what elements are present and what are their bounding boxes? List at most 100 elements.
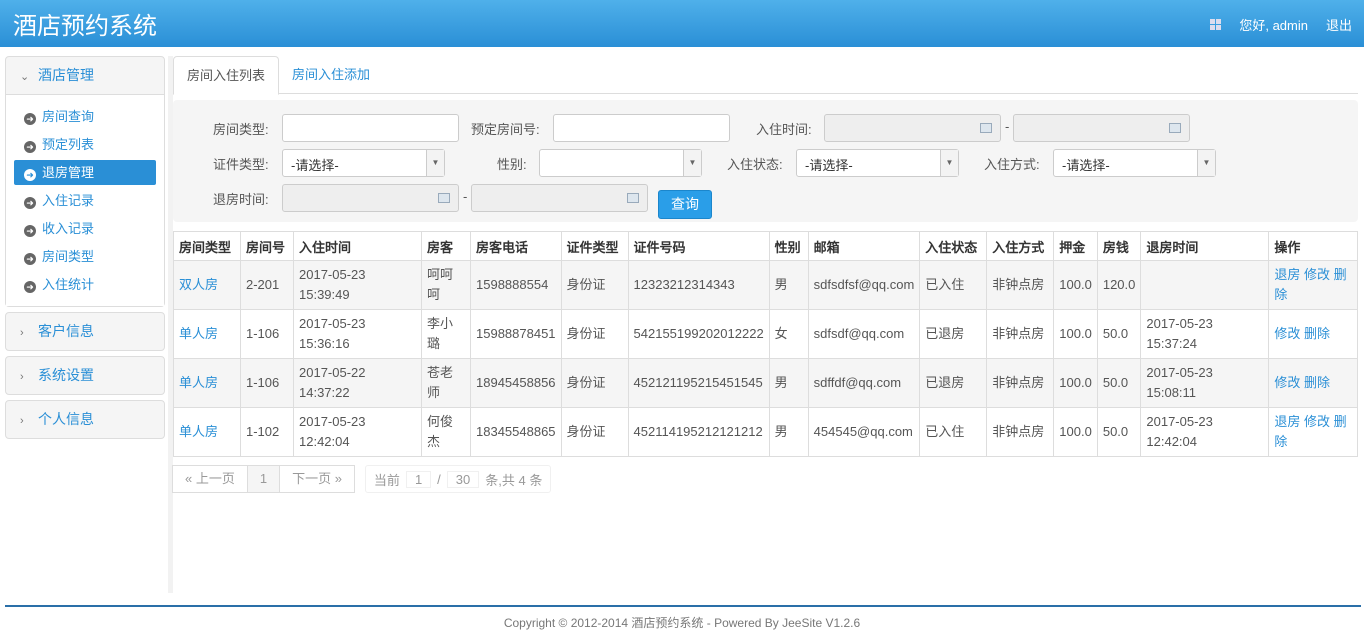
action-link[interactable]: 退房: [1274, 267, 1300, 282]
cell-text: 男: [774, 375, 788, 390]
app-header: 酒店预约系统 您好, admin 退出: [0, 0, 1364, 47]
sidebar-item-label: 退房管理: [42, 165, 95, 180]
checkout-time-end-input[interactable]: [471, 184, 648, 212]
cell-text: 身份证: [566, 424, 606, 439]
prev-page-button[interactable]: « 上一页: [172, 465, 248, 493]
sidebar-item[interactable]: ➜ 入住统计: [14, 272, 156, 297]
room-type-link[interactable]: 双人房: [179, 277, 218, 292]
table-cell: 452114195212121212: [627, 407, 770, 457]
range-dash: -: [1005, 119, 1010, 134]
cell-text: 呵呵呵: [427, 267, 454, 302]
sidebar-item[interactable]: ➜ 房间查询: [14, 104, 156, 129]
checkin-time-start-input[interactable]: [824, 114, 1001, 142]
room-type-link[interactable]: 单人房: [179, 326, 218, 341]
calendar-icon: [980, 123, 992, 133]
column-header: 邮箱: [807, 231, 921, 261]
chevron-down-icon: ⌄: [20, 71, 30, 83]
next-page-button[interactable]: 下一页 »: [279, 465, 355, 493]
cell-text: 已入住: [925, 277, 965, 292]
actions-cell: 修改 删除: [1268, 309, 1358, 359]
cell-text: 100.0: [1059, 277, 1092, 292]
grid-menu-icon[interactable]: [1210, 19, 1222, 30]
checkin-status-select[interactable]: -请选择- ▼: [796, 149, 959, 177]
table-cell: 12323212314343: [627, 260, 770, 310]
cell-text: 已退房: [925, 326, 965, 341]
table-row: 单人房 1-102 2017-05-23 12:42:04 何俊杰 1834554886…: [173, 407, 1358, 457]
checkout-time-start-input[interactable]: [282, 184, 459, 212]
cell-text: 1-106: [246, 375, 280, 390]
room-type-input[interactable]: [282, 114, 459, 142]
chevron-down-icon: ▼: [1197, 150, 1215, 176]
table-cell: 2017-05-23 12:42:04: [1140, 407, 1270, 457]
table-cell: 50.0: [1096, 309, 1142, 359]
arrow-circle-right-icon: ➜: [24, 253, 36, 265]
table-cell: 何俊杰: [421, 407, 471, 457]
sidebar-item[interactable]: ➜ 退房管理: [14, 160, 156, 185]
cell-text: 非钟点房: [992, 424, 1045, 439]
table-cell: 100.0: [1053, 407, 1098, 457]
cell-text: 男: [774, 424, 788, 439]
cell-text: 454545@qq.com: [813, 424, 913, 439]
sidebar-item[interactable]: ➜ 收入记录: [14, 216, 156, 241]
reserved-room-input[interactable]: [553, 114, 730, 142]
sidebar: ⌄ 酒店管理 ➜ 房间查询 ➜ 预定列表 ➜ 退房管理 ➜ 入住记录 ➜ 收入记录 ➜ 房间类型 ➜ 入住统计…: [5, 56, 165, 444]
table-row: 双人房 2-201 2017-05-23 15:39:49 呵呵呵 1598888554…: [173, 260, 1358, 310]
gender-label: 性别:: [497, 157, 527, 172]
action-link[interactable]: 删除: [1304, 375, 1330, 390]
sidebar-group-header[interactable]: › 系统设置: [6, 357, 164, 394]
cell-text: 452114195212121212: [633, 424, 763, 439]
table-cell: 女: [768, 309, 809, 359]
table-cell: 1598888554: [470, 260, 562, 310]
table-cell: 50.0: [1096, 358, 1142, 408]
search-button[interactable]: 查询: [658, 190, 712, 219]
room-type-link[interactable]: 单人房: [179, 375, 218, 390]
current-page-input[interactable]: 1: [405, 470, 432, 488]
logout-link[interactable]: 退出: [1326, 15, 1352, 34]
sidebar-item[interactable]: ➜ 预定列表: [14, 132, 156, 157]
action-link[interactable]: 修改: [1304, 267, 1330, 282]
cell-text: 何俊杰: [427, 414, 454, 449]
sidebar-group-header[interactable]: › 客户信息: [6, 313, 164, 350]
action-link[interactable]: 删除: [1304, 326, 1330, 341]
sidebar-item-label: 预定列表: [42, 137, 95, 152]
column-header: 性别: [768, 231, 809, 261]
gender-select[interactable]: ▼: [539, 149, 702, 177]
sidebar-group: › 系统设置: [5, 356, 165, 395]
checkin-mode-select[interactable]: -请选择- ▼: [1053, 149, 1216, 177]
checkin-time-end-input[interactable]: [1013, 114, 1190, 142]
action-link[interactable]: 修改: [1274, 326, 1300, 341]
slash: /: [437, 471, 441, 487]
room-type-link[interactable]: 单人房: [179, 424, 218, 439]
table-cell: 非钟点房: [986, 407, 1055, 457]
table-cell: 542155199202012222: [627, 309, 770, 359]
tab-checkin-add[interactable]: 房间入住添加: [279, 56, 383, 93]
cell-text: 身份证: [566, 375, 606, 390]
table-cell: 身份证: [560, 309, 629, 359]
sidebar-group-header[interactable]: › 个人信息: [6, 401, 164, 438]
table-cell: 18945458856: [470, 358, 562, 408]
tab-checkin-list[interactable]: 房间入住列表: [173, 56, 280, 95]
table-cell: 单人房: [173, 358, 241, 408]
column-header: 房间号: [240, 231, 294, 261]
arrow-circle-right-icon: ➜: [24, 281, 36, 293]
page-1-button[interactable]: 1: [246, 465, 281, 493]
table-cell: 男: [768, 260, 809, 310]
cell-text: 非钟点房: [992, 277, 1045, 292]
calendar-icon: [627, 193, 639, 203]
cell-text: sdfsdf@qq.com: [813, 326, 905, 341]
user-greeting[interactable]: 您好, admin: [1239, 15, 1308, 34]
sidebar-item-label: 收入记录: [42, 221, 95, 236]
sidebar-group: › 个人信息: [5, 400, 165, 439]
sidebar-item[interactable]: ➜ 入住记录: [14, 188, 156, 213]
cell-text: 100.0: [1059, 375, 1092, 390]
page-size-input[interactable]: 30: [446, 470, 480, 488]
action-link[interactable]: 修改: [1274, 375, 1300, 390]
sidebar-item[interactable]: ➜ 房间类型: [14, 244, 156, 269]
sidebar-group-header[interactable]: ⌄ 酒店管理: [6, 57, 164, 94]
action-link[interactable]: 修改: [1304, 414, 1330, 429]
checkin-status-value: -请选择-: [805, 158, 853, 173]
action-link[interactable]: 退房: [1274, 414, 1300, 429]
id-type-select[interactable]: -请选择- ▼: [282, 149, 445, 177]
table-cell: 454545@qq.com: [807, 407, 921, 457]
table-cell: 2017-05-22 14:37:22: [293, 358, 422, 408]
